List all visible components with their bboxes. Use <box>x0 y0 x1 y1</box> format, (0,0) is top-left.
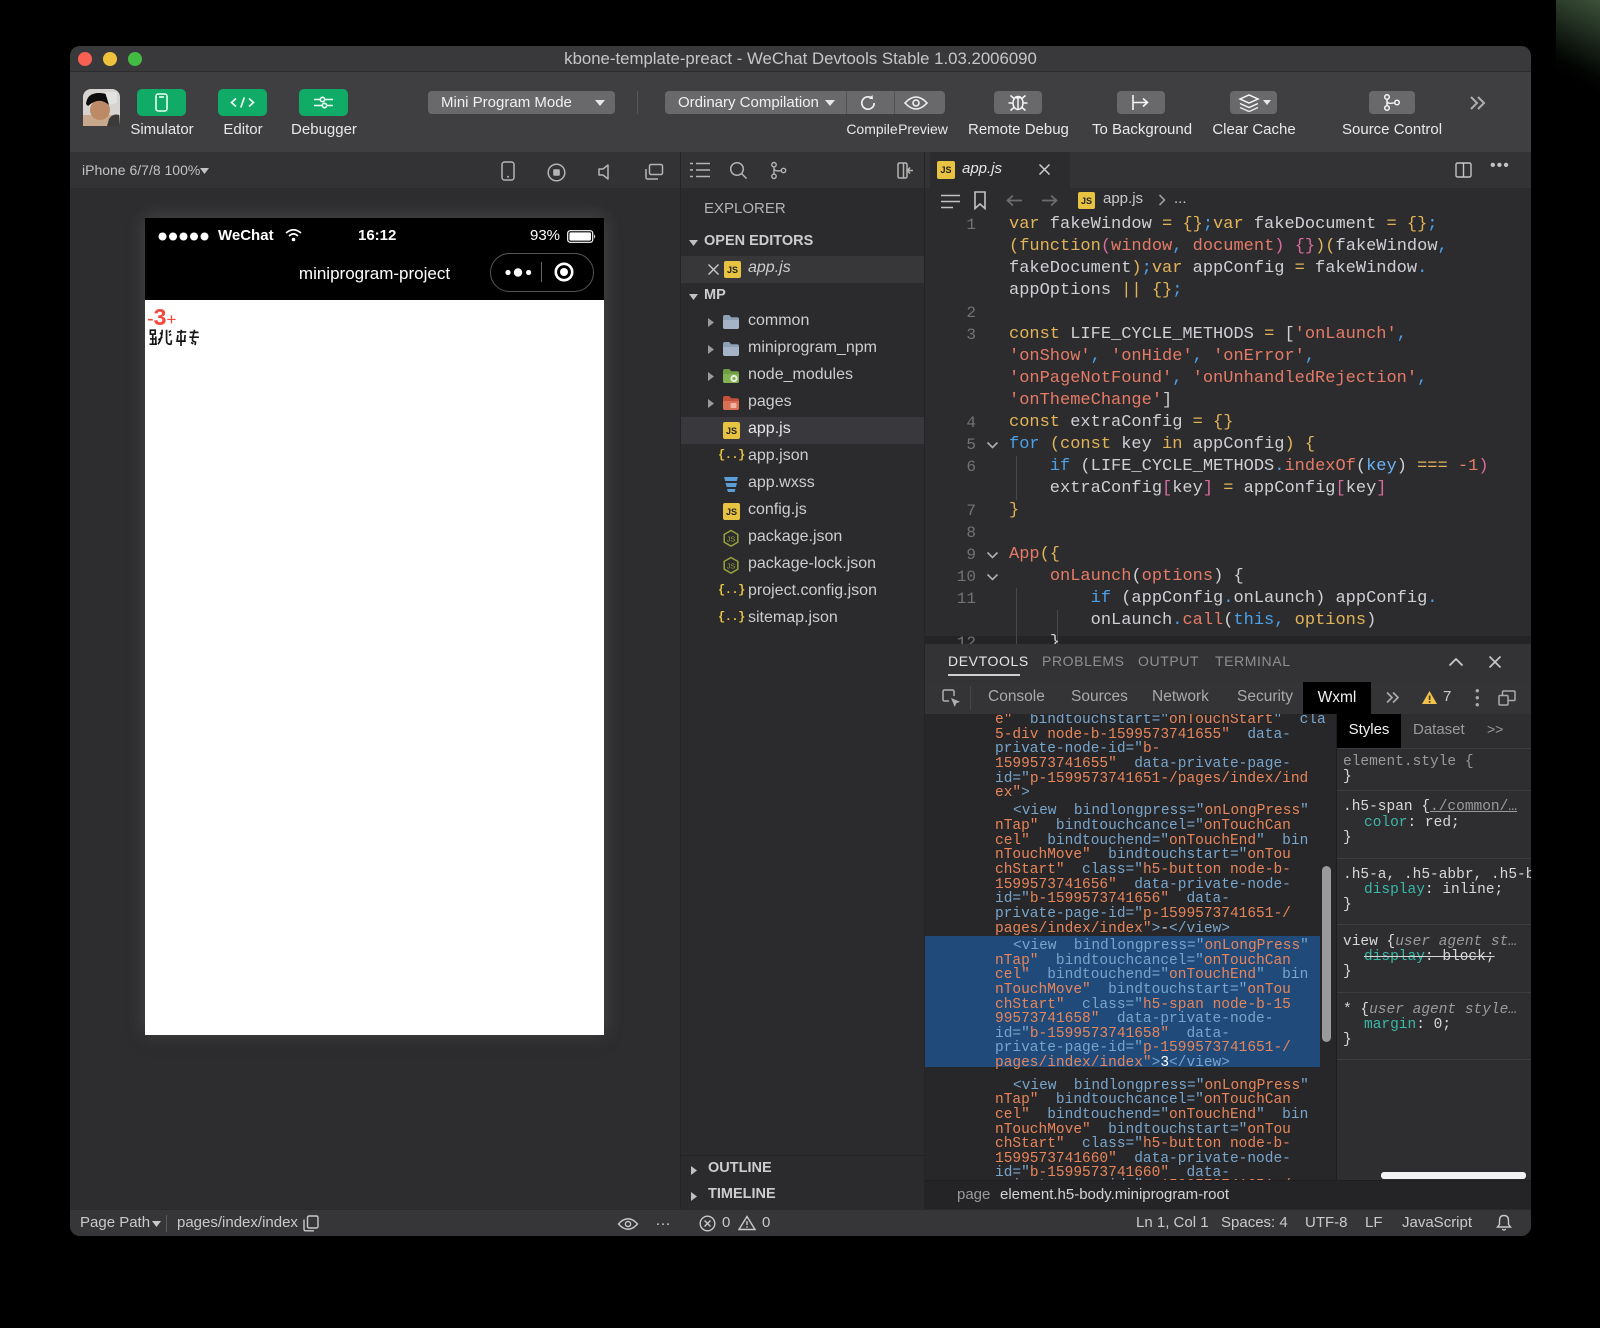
svg-text:JS: JS <box>727 535 736 544</box>
svg-text:JS: JS <box>727 562 736 571</box>
